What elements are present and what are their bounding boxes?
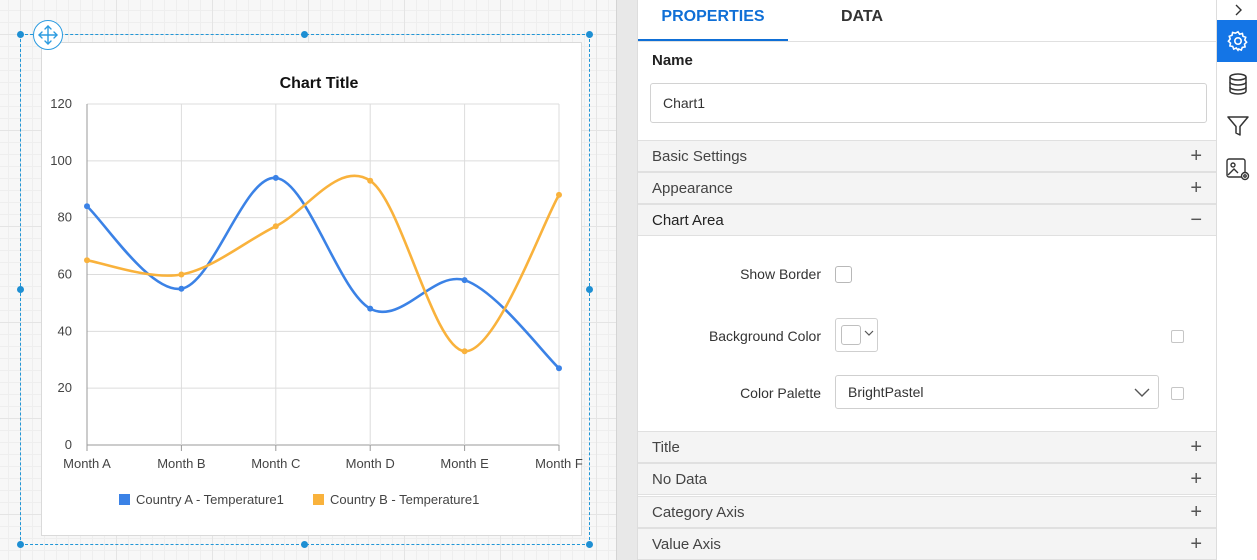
data-point bbox=[178, 271, 185, 278]
resize-handle-middle-right[interactable] bbox=[586, 286, 593, 293]
legend-swatch bbox=[313, 494, 324, 505]
data-point bbox=[556, 365, 562, 372]
resize-handle-middle-left[interactable] bbox=[17, 286, 24, 293]
chevron-right-icon[interactable] bbox=[1217, 0, 1257, 20]
chevron-down-icon bbox=[1134, 388, 1150, 397]
x-tick-label: Month D bbox=[346, 456, 395, 471]
section-title[interactable]: Title + bbox=[638, 431, 1216, 463]
panel-splitter[interactable] bbox=[617, 0, 637, 560]
expand-icon[interactable]: + bbox=[1190, 437, 1202, 457]
database-icon[interactable] bbox=[1217, 63, 1257, 105]
color-palette-label: Color Palette bbox=[740, 385, 821, 401]
data-point bbox=[367, 305, 374, 312]
resize-handle-bottom-right[interactable] bbox=[586, 541, 593, 548]
section-basic-settings[interactable]: Basic Settings + bbox=[638, 140, 1216, 172]
y-tick-label: 60 bbox=[58, 267, 72, 282]
color-palette-dropdown[interactable]: BrightPastel bbox=[835, 375, 1159, 409]
expand-icon[interactable]: + bbox=[1190, 534, 1202, 554]
legend-label: Country B - Temperature1 bbox=[330, 492, 479, 507]
section-no-data[interactable]: No Data + bbox=[638, 463, 1216, 495]
chevron-down-icon bbox=[864, 330, 874, 336]
data-point bbox=[461, 277, 468, 284]
resize-handle-bottom-left[interactable] bbox=[17, 541, 24, 548]
data-point bbox=[272, 223, 279, 230]
resize-handle-top-center[interactable] bbox=[301, 31, 308, 38]
legend-swatch bbox=[119, 494, 130, 505]
x-tick-label: Month E bbox=[440, 456, 489, 471]
properties-panel: PROPERTIES DATA Name Basic Settings + Ap… bbox=[637, 0, 1216, 560]
section-category-axis[interactable]: Category Axis + bbox=[638, 496, 1216, 528]
section-label: Category Axis bbox=[652, 503, 745, 521]
data-point bbox=[272, 174, 279, 181]
background-color-label: Background Color bbox=[708, 328, 821, 344]
section-chart-area[interactable]: Chart Area − bbox=[638, 204, 1216, 236]
section-label: Basic Settings bbox=[652, 147, 748, 165]
section-label: Value Axis bbox=[652, 535, 721, 553]
expand-icon[interactable]: + bbox=[1190, 178, 1202, 198]
section-label: No Data bbox=[652, 470, 708, 488]
data-point bbox=[84, 257, 90, 264]
show-border-label: Show Border bbox=[740, 266, 821, 282]
series-line-2 bbox=[85, 174, 561, 353]
y-tick-label: 120 bbox=[50, 96, 72, 111]
resize-handle-top-right[interactable] bbox=[586, 31, 593, 38]
data-point bbox=[178, 285, 185, 292]
section-label: Chart Area bbox=[652, 211, 724, 229]
background-color-binding-checkbox[interactable] bbox=[1171, 330, 1184, 343]
x-tick-label: Month F bbox=[535, 456, 583, 471]
tab-data[interactable]: DATA bbox=[788, 0, 936, 42]
chart-item[interactable]: Chart Title 0 20 40 60 80 100 120 Month A Month B… bbox=[41, 42, 583, 536]
series-line-1 bbox=[85, 176, 561, 370]
resize-handle-top-left[interactable] bbox=[17, 31, 24, 38]
collapse-icon[interactable]: − bbox=[1190, 210, 1202, 230]
x-tick-label: Month A bbox=[63, 456, 111, 471]
color-swatch bbox=[841, 325, 861, 345]
x-tick-label: Month C bbox=[251, 456, 300, 471]
y-tick-label: 0 bbox=[65, 437, 72, 452]
data-point bbox=[84, 203, 90, 210]
name-input[interactable] bbox=[650, 83, 1207, 123]
name-label: Name bbox=[652, 52, 693, 69]
section-label: Title bbox=[652, 438, 680, 456]
panel-tabs: PROPERTIES DATA bbox=[638, 0, 1216, 42]
background-color-picker[interactable] bbox=[835, 318, 878, 352]
expand-icon[interactable]: + bbox=[1190, 469, 1202, 489]
section-appearance[interactable]: Appearance + bbox=[638, 172, 1216, 204]
data-point bbox=[461, 348, 468, 355]
color-palette-value: BrightPastel bbox=[848, 384, 924, 400]
design-canvas[interactable]: Chart Title 0 20 40 60 80 100 120 Month A Month B… bbox=[0, 0, 617, 560]
show-border-checkbox[interactable] bbox=[835, 266, 852, 283]
x-tick-label: Month B bbox=[157, 456, 205, 471]
filter-icon[interactable] bbox=[1217, 105, 1257, 147]
tab-properties[interactable]: PROPERTIES bbox=[638, 0, 788, 42]
icon-rail bbox=[1216, 0, 1257, 560]
color-palette-binding-checkbox[interactable] bbox=[1171, 387, 1184, 400]
data-point bbox=[556, 191, 562, 198]
move-icon[interactable] bbox=[33, 20, 63, 50]
chart-title: Chart Title bbox=[280, 75, 359, 92]
resize-handle-bottom-center[interactable] bbox=[301, 541, 308, 548]
data-point bbox=[367, 177, 374, 184]
y-tick-label: 100 bbox=[50, 153, 72, 168]
gear-icon[interactable] bbox=[1217, 20, 1257, 62]
section-value-axis[interactable]: Value Axis + bbox=[638, 528, 1216, 560]
y-tick-label: 40 bbox=[58, 323, 72, 338]
active-tab-indicator bbox=[638, 39, 788, 41]
line-chart: Chart Title 0 20 40 60 80 100 120 Month A Month B… bbox=[50, 75, 583, 517]
section-label: Appearance bbox=[652, 179, 733, 197]
image-settings-icon[interactable] bbox=[1217, 148, 1257, 190]
y-tick-label: 80 bbox=[58, 210, 72, 225]
expand-icon[interactable]: + bbox=[1190, 146, 1202, 166]
y-tick-label: 20 bbox=[58, 380, 72, 395]
legend-label: Country A - Temperature1 bbox=[136, 492, 284, 507]
expand-icon[interactable]: + bbox=[1190, 502, 1202, 522]
